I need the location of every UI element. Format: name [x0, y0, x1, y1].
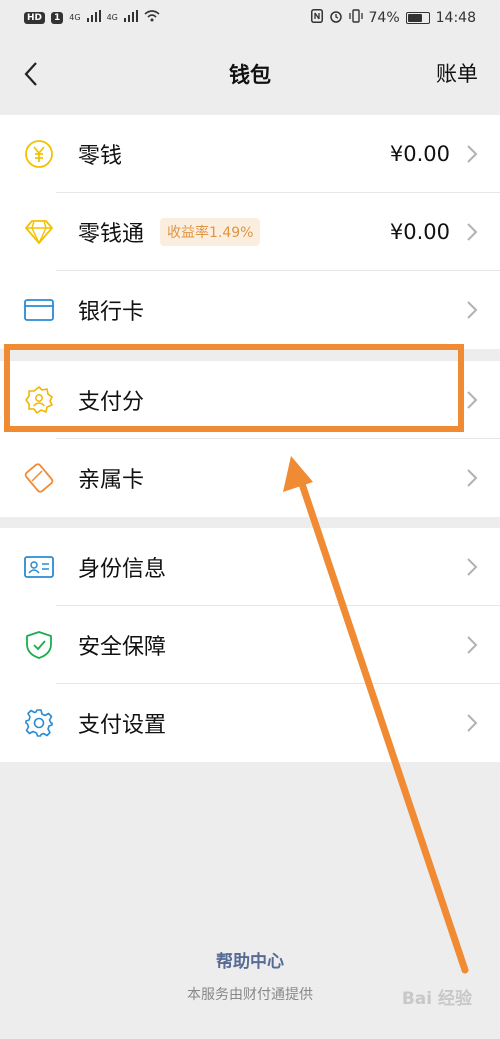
annotation-arrow — [283, 456, 469, 974]
